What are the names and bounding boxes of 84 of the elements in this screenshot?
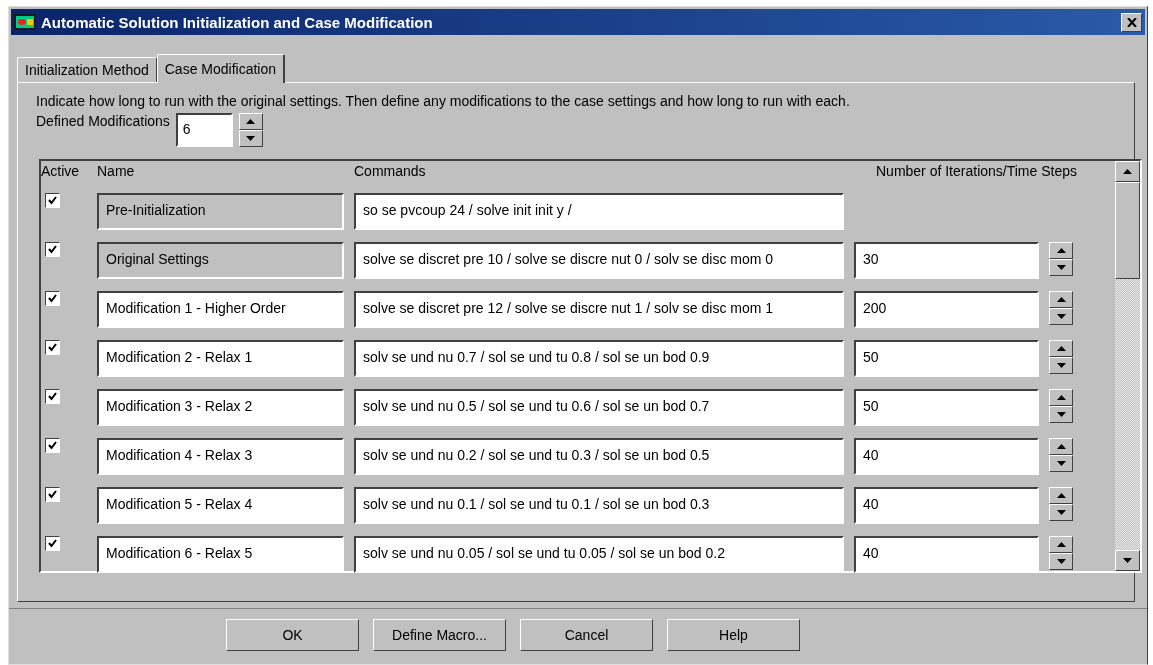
iterations-field[interactable]: 50 <box>854 389 1039 426</box>
down-arrow-icon <box>246 136 256 141</box>
down-arrow-icon <box>1056 510 1066 515</box>
checkbox[interactable] <box>45 242 60 257</box>
up-arrow-icon <box>1056 542 1066 547</box>
spin-down-button[interactable] <box>1049 406 1073 423</box>
dialog-button[interactable]: OK <box>226 619 359 651</box>
name-field[interactable]: Modification 2 - Relax 1 <box>97 340 344 377</box>
up-arrow-icon <box>1123 169 1132 174</box>
commands-field[interactable]: solv se und nu 0.05 / sol se und tu 0.05 / sol se un bod 0.2 <box>354 536 844 573</box>
commands-field[interactable]: solve se discret pre 10 / solve se discre nut 0 / solv se disc mom 0 <box>354 242 844 279</box>
close-button[interactable] <box>1121 12 1142 32</box>
down-arrow-icon <box>1056 314 1066 319</box>
commands-field[interactable]: solve se discret pre 12 / solve se discre nut 1 / solv se disc mom 1 <box>354 291 844 328</box>
spin-down-button[interactable] <box>1049 357 1073 374</box>
down-arrow-icon <box>1056 363 1066 368</box>
commands-field[interactable]: solv se und nu 0.1 / sol se und tu 0.1 / sol se un bod 0.3 <box>354 487 844 524</box>
modifications-count-field[interactable]: 6 <box>175 113 233 147</box>
down-arrow-icon <box>1056 461 1066 466</box>
commands-field[interactable]: solv se und nu 0.5 / sol se und tu 0.6 / sol se un bod 0.7 <box>354 389 844 426</box>
spin-down-button[interactable] <box>238 130 263 147</box>
iterations-field[interactable]: 30 <box>854 242 1039 279</box>
spin-up-button[interactable] <box>1049 438 1073 455</box>
iterations-field[interactable]: 40 <box>854 438 1039 475</box>
checkbox[interactable] <box>45 340 60 355</box>
checkbox[interactable] <box>45 389 60 404</box>
tab[interactable]: Case Modification <box>156 54 286 83</box>
up-arrow-icon <box>246 119 256 124</box>
column-header: Active <box>41 162 81 181</box>
window-title: Automatic Solution Initialization and Case Modification <box>41 13 434 31</box>
iterations-field[interactable]: 40 <box>854 536 1039 573</box>
spin-up-button[interactable] <box>238 113 263 130</box>
spin-down-button[interactable] <box>1049 259 1073 276</box>
down-arrow-icon <box>1123 558 1132 563</box>
spin-down-button[interactable] <box>1049 553 1073 570</box>
commands-field[interactable]: solv se und nu 0.2 / sol se und tu 0.3 / sol se un bod 0.5 <box>354 438 844 475</box>
spin-up-button[interactable] <box>1049 487 1073 504</box>
field-label: Defined Modifications <box>36 113 170 129</box>
spin-up-button[interactable] <box>1049 291 1073 308</box>
column-header: Commands <box>354 162 427 181</box>
column-header: Name <box>97 162 136 181</box>
close-icon <box>1126 17 1137 27</box>
scroll-thumb[interactable] <box>1115 182 1140 279</box>
spin-up-button[interactable] <box>1049 389 1073 406</box>
checkbox[interactable] <box>45 536 60 551</box>
dialog-button[interactable]: Help <box>667 619 800 651</box>
iterations-field[interactable]: 40 <box>854 487 1039 524</box>
spin-down-button[interactable] <box>1049 308 1073 325</box>
tab[interactable]: Initialization Method <box>17 57 157 82</box>
scroll-down-button[interactable] <box>1115 550 1140 571</box>
up-arrow-icon <box>1056 444 1066 449</box>
spin-up-button[interactable] <box>1049 340 1073 357</box>
up-arrow-icon <box>1056 248 1066 253</box>
up-arrow-icon <box>1056 346 1066 351</box>
app-icon <box>14 14 36 30</box>
down-arrow-icon <box>1056 559 1066 564</box>
up-arrow-icon <box>1056 395 1066 400</box>
checkbox[interactable] <box>45 291 60 306</box>
up-arrow-icon <box>1056 493 1066 498</box>
commands-field[interactable]: so se pvcoup 24 / solve init init y / <box>354 193 844 230</box>
name-field[interactable]: Modification 3 - Relax 2 <box>97 389 344 426</box>
up-arrow-icon <box>1056 297 1066 302</box>
dialog-button[interactable]: Define Macro... <box>373 619 506 651</box>
scroll-up-button[interactable] <box>1115 161 1140 182</box>
down-arrow-icon <box>1056 265 1066 270</box>
spin-up-button[interactable] <box>1049 242 1073 259</box>
spin-up-button[interactable] <box>1049 536 1073 553</box>
down-arrow-icon <box>1056 412 1066 417</box>
dialog-button[interactable]: Cancel <box>520 619 653 651</box>
name-field[interactable]: Modification 5 - Relax 4 <box>97 487 344 524</box>
column-header: Number of Iterations/Time Steps <box>876 162 1077 181</box>
spin-down-button[interactable] <box>1049 504 1073 521</box>
scrollbar[interactable] <box>1115 161 1140 571</box>
name-field[interactable]: Modification 1 - Higher Order <box>97 291 344 328</box>
iterations-field[interactable]: 200 <box>854 291 1039 328</box>
instruction-text: Indicate how long to run with the original settings. Then define any modifications to the case settings and how long to run with each. <box>36 93 851 109</box>
checkbox[interactable] <box>45 487 60 502</box>
commands-field[interactable]: solv se und nu 0.7 / sol se und tu 0.8 / sol se un bod 0.9 <box>354 340 844 377</box>
iterations-field[interactable]: 50 <box>854 340 1039 377</box>
checkbox[interactable] <box>45 193 60 208</box>
name-field[interactable]: Modification 6 - Relax 5 <box>97 536 344 573</box>
name-field[interactable]: Modification 4 - Relax 3 <box>97 438 344 475</box>
checkbox[interactable] <box>45 438 60 453</box>
spin-down-button[interactable] <box>1049 455 1073 472</box>
